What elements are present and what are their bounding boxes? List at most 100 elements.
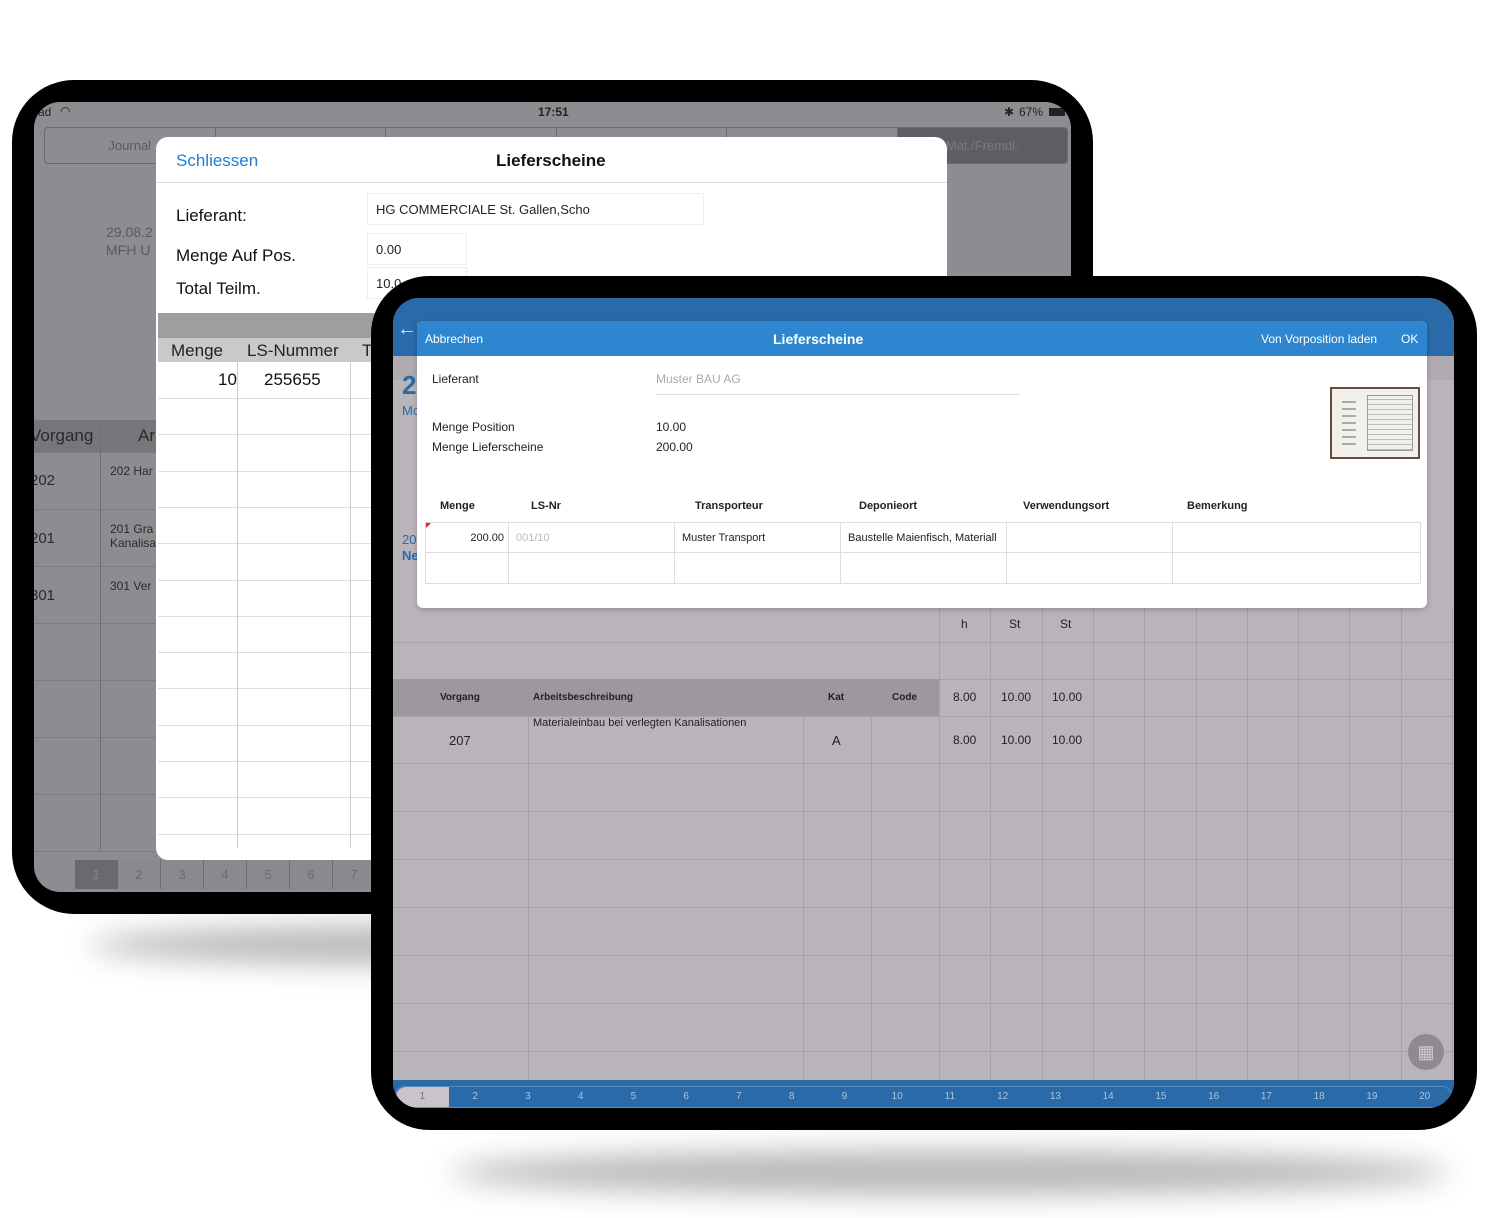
page-button[interactable]: 11 — [923, 1087, 977, 1107]
battery-level: 67% — [1019, 105, 1044, 119]
menge-auf-pos-field[interactable]: 0.00 — [367, 233, 467, 265]
page-button[interactable]: 5 — [607, 1087, 660, 1107]
cell-menge[interactable]: 10 — [218, 370, 237, 390]
col-divider — [1172, 522, 1173, 583]
pagination: 1 2 3 4 5 6 7 8 9 10 11 12 13 14 15 16 17 18 19 20 — [395, 1086, 1452, 1108]
status-time: 17:51 — [538, 105, 569, 119]
page-button[interactable]: 12 — [976, 1087, 1029, 1107]
unit-label: h — [961, 617, 968, 631]
fragment-row-num: 20 — [402, 532, 417, 547]
col-divider — [1420, 522, 1421, 583]
page-button[interactable]: 14 — [1081, 1087, 1135, 1107]
row-divider — [393, 1051, 1454, 1052]
lieferant-label: Lieferant: — [176, 206, 247, 225]
von-vorposition-laden-button[interactable]: Von Vorposition laden — [1261, 332, 1377, 346]
qr-code-icon[interactable]: ▦ — [1408, 1034, 1444, 1070]
page-button[interactable]: 4 — [554, 1087, 607, 1107]
menge-position-value: 10.00 — [656, 420, 687, 434]
fragment-number: 2 — [402, 370, 417, 400]
page-button[interactable]: 1 — [396, 1087, 449, 1107]
col-vorgang: Vorgang — [34, 426, 94, 445]
page-button[interactable]: 6 — [659, 1087, 713, 1107]
page-button[interactable]: 4 — [204, 860, 247, 889]
total-value: 10.00 — [1001, 690, 1032, 704]
column-header: Verwendungsort — [1023, 500, 1110, 512]
row-desc[interactable]: 301 Ver — [110, 579, 151, 593]
page-button[interactable]: 3 — [501, 1087, 555, 1107]
modal-title: Lieferscheine — [773, 331, 864, 347]
page-button[interactable]: 18 — [1292, 1087, 1346, 1107]
page-button[interactable]: 8 — [765, 1087, 818, 1107]
row-desc[interactable]: 202 Har — [110, 464, 153, 478]
row-kat[interactable]: A — [832, 733, 841, 748]
row-desc[interactable]: 201 Gra — [110, 522, 153, 536]
table-cell[interactable]: 200.00 — [425, 532, 504, 544]
lieferant-label: Lieferant — [432, 372, 479, 386]
menge-lieferscheine-label: Menge Lieferscheine — [432, 440, 544, 454]
back-arrow-icon[interactable]: ← — [397, 318, 417, 341]
col-divider — [528, 716, 529, 1080]
page-button[interactable]: 17 — [1240, 1087, 1293, 1107]
wifi-icon: ◠ — [60, 104, 71, 118]
table-cell[interactable]: Muster Transport — [682, 532, 765, 544]
row-value[interactable]: 8.00 — [953, 733, 976, 747]
page-button[interactable]: 7 — [333, 860, 376, 889]
row-beschreibung[interactable]: Materialeinbau bei verlegten Kanalisatio… — [533, 717, 746, 729]
col-divider — [1006, 522, 1007, 583]
row-divider — [425, 552, 1420, 553]
lieferant-field[interactable]: HG COMMERCIALE St. Gallen,Scho — [367, 193, 704, 225]
page-button[interactable]: 7 — [712, 1087, 766, 1107]
ok-button[interactable]: OK — [1401, 332, 1418, 346]
row-divider — [34, 509, 164, 510]
page-button[interactable]: 5 — [247, 860, 290, 889]
page-button[interactable]: 19 — [1345, 1087, 1399, 1107]
row-divider — [34, 452, 164, 453]
lieferscheine-modal: Abbrechen Lieferscheine Von Vorposition … — [417, 321, 1427, 608]
page-button[interactable]: 13 — [1029, 1087, 1082, 1107]
row-value[interactable]: 10.00 — [1052, 733, 1082, 747]
row-divider — [34, 566, 164, 567]
page-button[interactable]: 2 — [448, 1087, 502, 1107]
col-divider — [508, 522, 509, 583]
project-name: MFH U — [106, 242, 151, 258]
row-vorgang[interactable]: 201 — [34, 530, 55, 547]
abbrechen-button[interactable]: Abbrechen — [425, 332, 483, 346]
page-button[interactable]: 9 — [818, 1087, 871, 1107]
page-button[interactable]: 1 — [75, 860, 118, 889]
col-code: Code — [892, 692, 917, 703]
row-value[interactable]: 10.00 — [1001, 733, 1031, 747]
page-button[interactable]: 16 — [1187, 1087, 1240, 1107]
row-desc-2[interactable]: Kanalisa — [110, 536, 156, 550]
lieferant-field[interactable]: Muster BAU AG — [656, 370, 1020, 395]
menge-auf-pos-label: Menge Auf Pos. — [176, 246, 297, 265]
row-divider — [393, 642, 1454, 643]
row-divider — [425, 583, 1420, 584]
document-lines — [1367, 395, 1413, 451]
table-cell[interactable]: Baustelle Maienfisch, Materiall — [848, 532, 997, 544]
front-tablet: ← 2 Mc 20 Ne Vorgang Arbeitsbeschreibung… — [371, 276, 1477, 1130]
page-button[interactable]: 6 — [290, 860, 333, 889]
carrier-label: ad — [38, 105, 52, 119]
col-ls-nummer: LS-Nummer — [247, 341, 339, 360]
page-button[interactable]: 10 — [870, 1087, 924, 1107]
schliessen-button[interactable]: Schliessen — [176, 151, 258, 171]
document-thumbnail[interactable] — [1330, 387, 1420, 459]
total-teilm-label: Total Teilm. — [176, 279, 261, 298]
row-vorgang[interactable]: 301 — [34, 587, 55, 604]
menge-lieferscheine-value: 200.00 — [656, 440, 693, 454]
cell-ls-nummer[interactable]: 255655 — [264, 370, 321, 390]
page-button[interactable]: 3 — [161, 860, 204, 889]
col-menge: Menge — [171, 341, 223, 360]
row-divider — [393, 1003, 1454, 1004]
journal-date: 29.08.2 — [106, 224, 153, 240]
row-divider — [393, 763, 1454, 764]
page-button[interactable]: 15 — [1134, 1087, 1188, 1107]
row-vorgang[interactable]: 202 — [34, 472, 55, 489]
unit-label: St — [1009, 617, 1021, 631]
page-button[interactable]: 2 — [118, 860, 161, 889]
row-vorgang[interactable]: 207 — [449, 733, 471, 748]
col-divider — [350, 338, 351, 848]
unit-label: St — [1060, 617, 1072, 631]
page-button[interactable]: 20 — [1398, 1087, 1451, 1107]
table-cell[interactable]: 001/10 — [516, 532, 550, 544]
